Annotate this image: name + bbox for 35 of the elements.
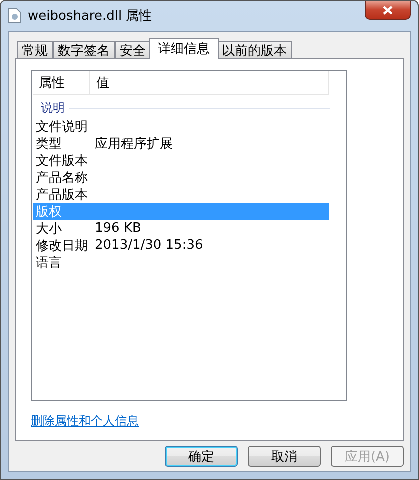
tab[interactable]: 安全: [115, 41, 151, 59]
tab[interactable]: 以前的版本: [217, 41, 292, 59]
list-row[interactable]: 产品版本: [33, 186, 329, 203]
group-label: 说明: [41, 100, 65, 117]
dialog-button[interactable]: 取消: [248, 446, 321, 467]
list-row[interactable]: 大小 196 KB: [33, 220, 329, 237]
tab[interactable]: 数字签名: [53, 41, 115, 59]
list-row[interactable]: 产品名称: [33, 169, 329, 186]
property-name: 产品名称: [35, 170, 89, 186]
list-row[interactable]: 语言: [33, 254, 329, 271]
list-row[interactable]: 文件说明: [33, 118, 329, 135]
property-value: 196 KB: [94, 221, 142, 236]
column-header[interactable]: 值: [90, 71, 329, 94]
remove-properties-link[interactable]: 删除属性和个人信息: [31, 413, 139, 430]
property-name: 版权: [35, 204, 63, 220]
column-header[interactable]: 属性: [33, 71, 90, 94]
property-name: 产品版本: [35, 186, 89, 204]
property-name: 语言: [35, 254, 63, 272]
close-icon: [383, 6, 393, 14]
list-row[interactable]: 文件版本: [33, 152, 329, 169]
tab[interactable]: 详细信息: [149, 38, 219, 59]
property-name: 类型: [35, 136, 63, 152]
list-row[interactable]: 类型 应用程序扩展: [33, 135, 329, 152]
property-name: 文件说明: [35, 118, 89, 136]
property-name: 大小: [35, 220, 63, 238]
close-button[interactable]: [365, 1, 411, 20]
property-name: 文件版本: [35, 152, 89, 170]
property-value: 2013/1/30 15:36: [94, 238, 204, 253]
file-icon: [8, 8, 22, 24]
list-row[interactable]: 修改日期 2013/1/30 15:36: [33, 237, 329, 254]
dialog-button[interactable]: 确定: [165, 446, 238, 467]
tab[interactable]: 常规: [17, 41, 53, 59]
property-name: 修改日期: [35, 238, 89, 254]
window-title: weiboshare.dll 属性: [28, 8, 152, 25]
property-value: 应用程序扩展: [94, 136, 173, 152]
